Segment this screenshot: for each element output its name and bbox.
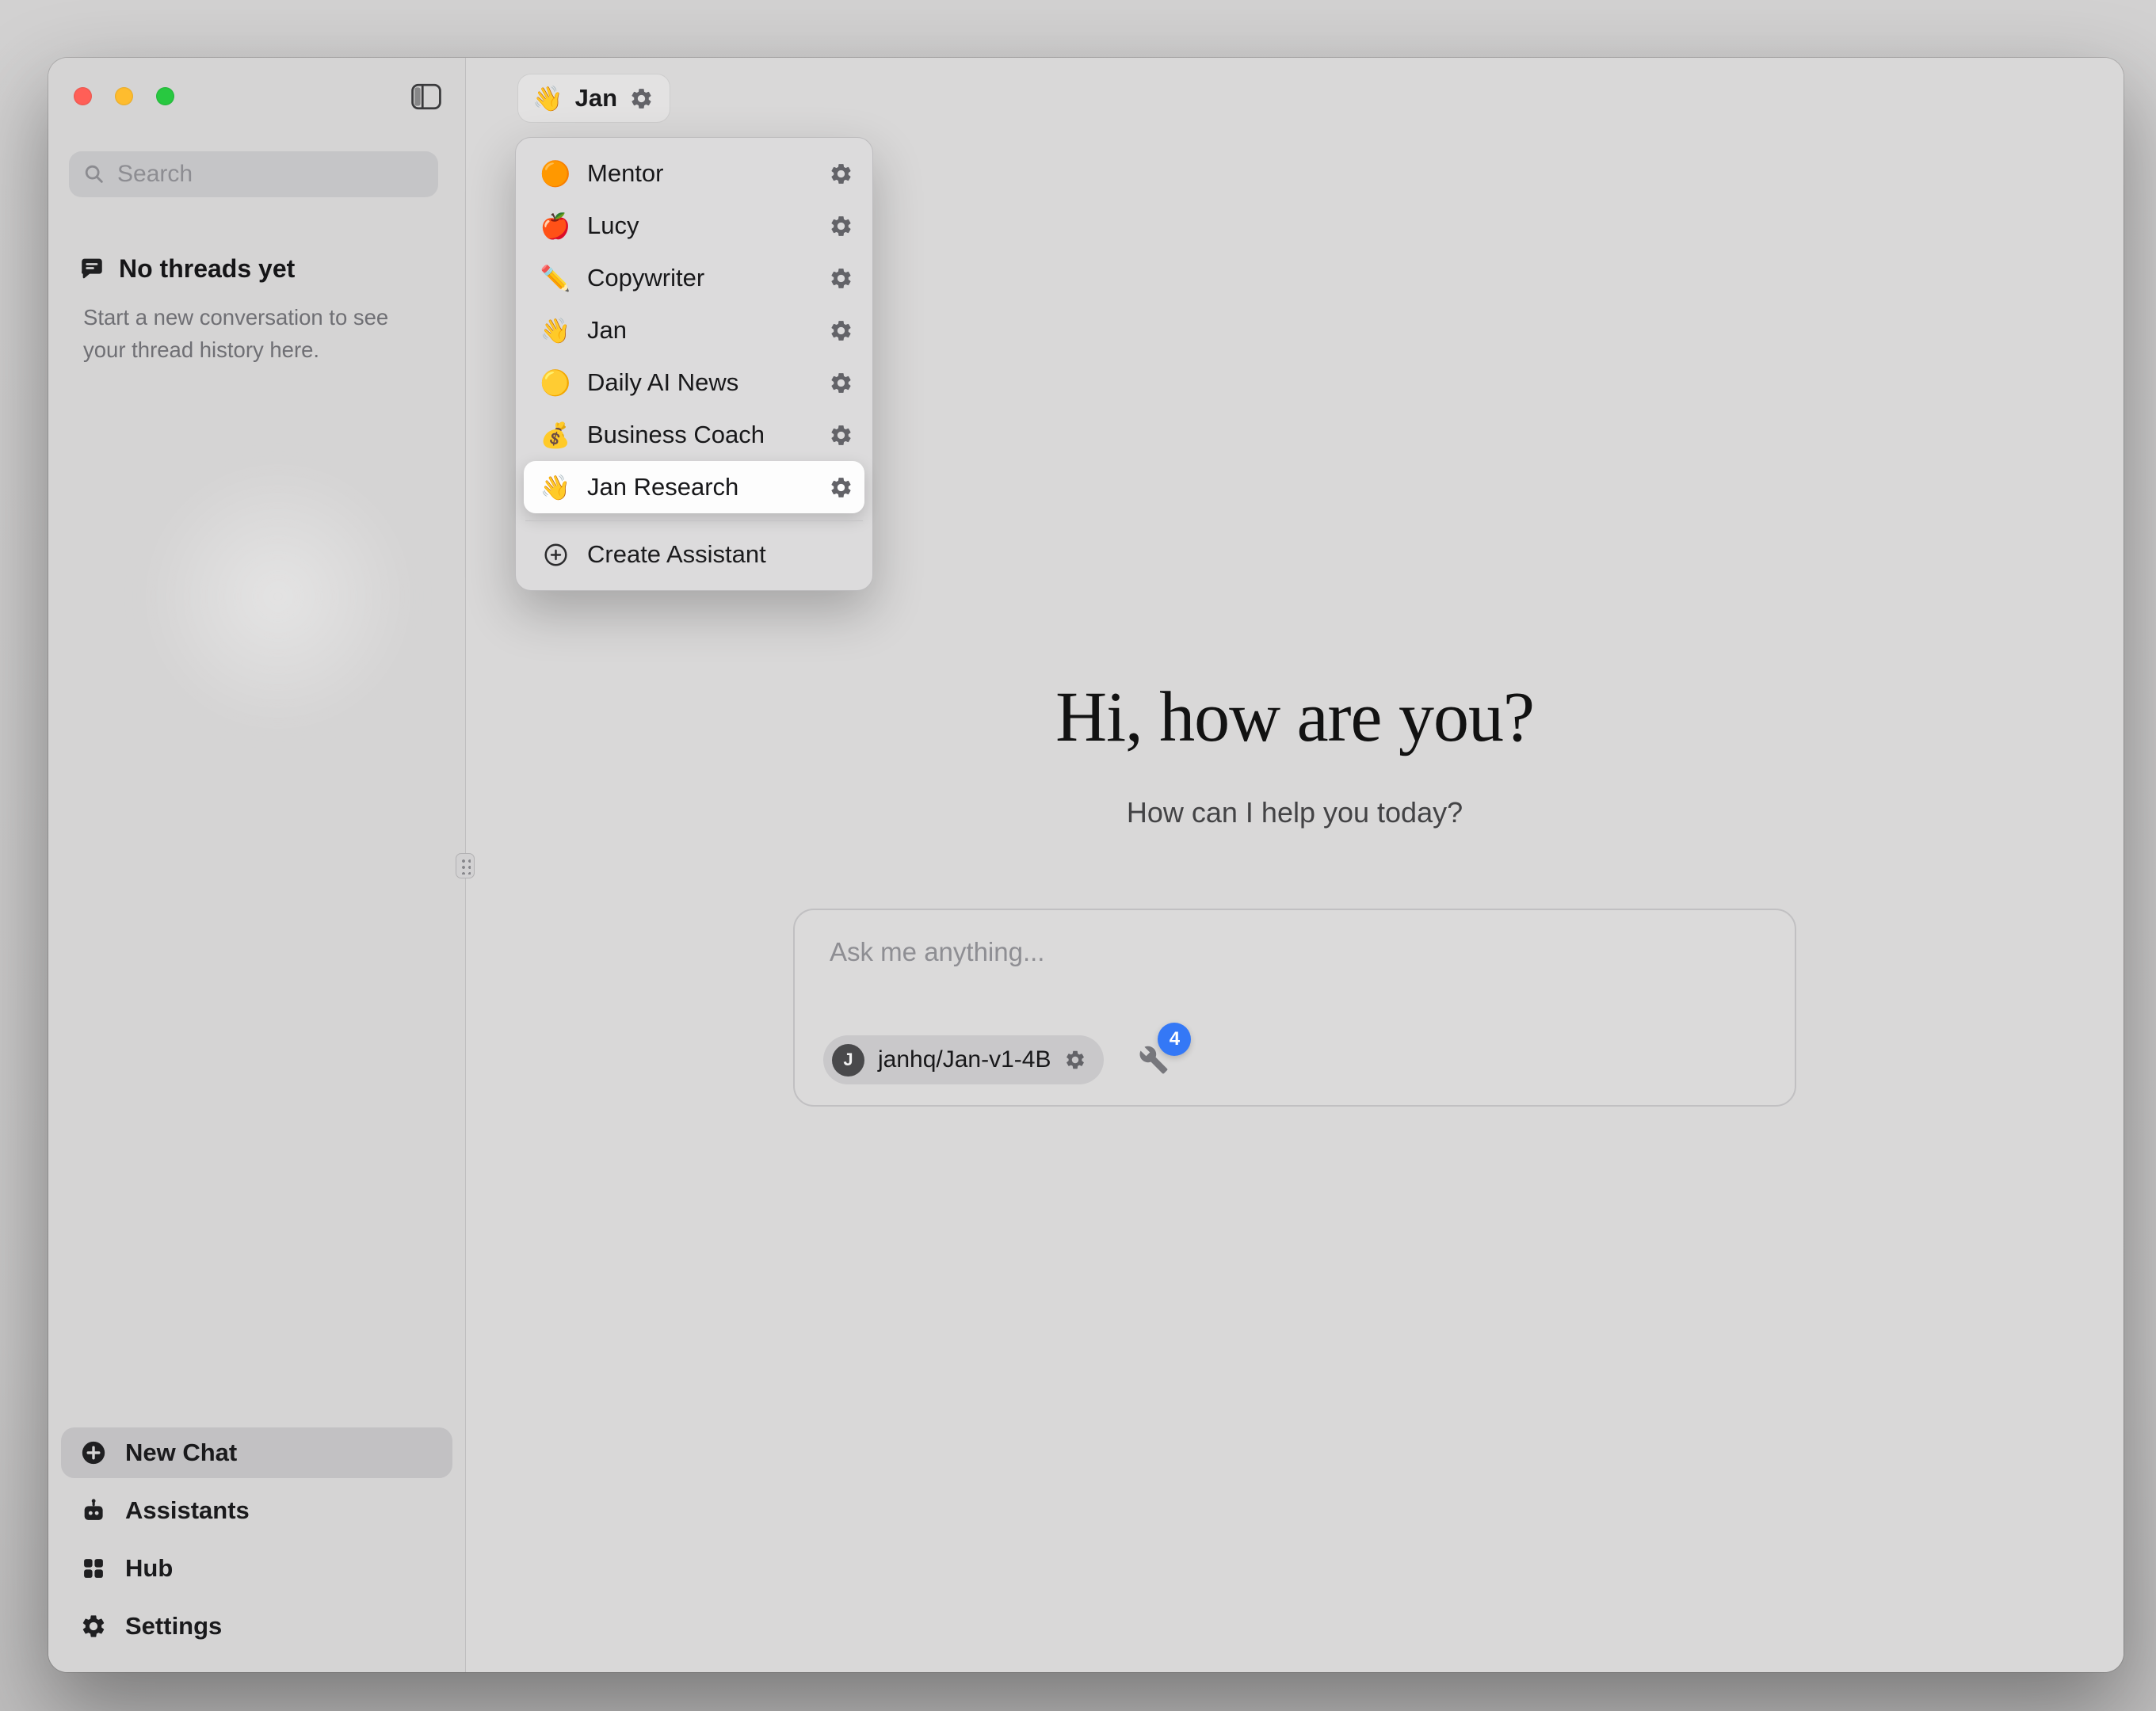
app-window: No threads yet Start a new conversation … [48, 58, 2124, 1672]
sidebar-item-label: Assistants [125, 1496, 250, 1525]
greeting-heading: Hi, how are you? [466, 682, 2124, 753]
assistant-emoji: 💰 [540, 421, 571, 450]
assistant-emoji: 👋 [540, 316, 571, 345]
gear-icon[interactable] [829, 318, 853, 343]
menu-item-create-assistant[interactable]: Create Assistant [524, 528, 864, 581]
menu-item-jan[interactable]: 👋 Jan [524, 304, 864, 356]
assistant-emoji: 🟠 [540, 159, 571, 189]
tools-count-badge: 4 [1158, 1023, 1191, 1056]
assistant-emoji: 🟡 [540, 368, 571, 398]
menu-item-copywriter[interactable]: ✏️ Copywriter [524, 252, 864, 304]
assistant-emoji: 👋 [532, 84, 563, 113]
empty-state-body: Start a new conversation to see your thr… [83, 301, 425, 367]
menu-item-daily-ai-news[interactable]: 🟡 Daily AI News [524, 356, 864, 409]
sidebar-item-label: New Chat [125, 1439, 237, 1467]
zoom-window-button[interactable] [156, 87, 174, 105]
menu-item-business-coach[interactable]: 💰 Business Coach [524, 409, 864, 461]
gear-icon [80, 1613, 107, 1640]
sidebar-item-settings[interactable]: Settings [61, 1601, 452, 1652]
menu-item-lucy[interactable]: 🍎 Lucy [524, 200, 864, 252]
sidebar-item-label: Settings [125, 1612, 222, 1641]
menu-item-mentor[interactable]: 🟠 Mentor [524, 147, 864, 200]
greeting-subtitle: How can I help you today? [466, 796, 2124, 829]
menu-separator [525, 520, 863, 521]
assistant-emoji: 👋 [540, 473, 571, 502]
model-settings-icon[interactable] [1064, 1049, 1086, 1071]
gear-icon[interactable] [829, 266, 853, 291]
threads-empty-state: No threads yet Start a new conversation … [78, 254, 443, 367]
menu-item-label: Business Coach [587, 421, 813, 449]
welcome-hero: Hi, how are you? How can I help you toda… [466, 682, 2124, 829]
gear-icon[interactable] [829, 162, 853, 186]
chat-composer: J janhq/Jan-v1-4B 4 [793, 909, 1796, 1107]
sidebar-item-label: Hub [125, 1554, 173, 1583]
assistant-emoji: 🍎 [540, 211, 571, 241]
chat-bubble-icon [78, 256, 105, 283]
gear-icon[interactable] [829, 475, 853, 500]
model-name: janhq/Jan-v1-4B [878, 1046, 1051, 1073]
menu-item-label: Copywriter [587, 264, 813, 292]
model-selector[interactable]: J janhq/Jan-v1-4B [823, 1035, 1104, 1084]
menu-item-label: Jan [587, 316, 813, 345]
plus-circle-icon [80, 1439, 107, 1466]
sidebar-resize-handle[interactable] [456, 853, 475, 878]
model-avatar: J [832, 1044, 864, 1077]
search-field [69, 151, 438, 197]
search-icon [83, 163, 105, 185]
assistant-selector[interactable]: 👋 Jan [518, 74, 670, 122]
gear-icon[interactable] [829, 214, 853, 238]
minimize-window-button[interactable] [115, 87, 133, 105]
menu-item-jan-research[interactable]: 👋 Jan Research [524, 461, 864, 513]
assistant-menu: 🟠 Mentor 🍎 Lucy ✏️ Copywriter 👋 Jan 🟡 [515, 137, 873, 591]
close-window-button[interactable] [74, 87, 92, 105]
tools-button[interactable]: 4 [1139, 1045, 1169, 1075]
main-area: 👋 Jan 🟠 Mentor 🍎 Lucy ✏️ Copywriter 👋 [466, 58, 2124, 1672]
assistant-title: Jan [575, 84, 617, 112]
sidebar-toggle-icon[interactable] [411, 83, 441, 110]
sidebar-item-assistants[interactable]: Assistants [61, 1485, 452, 1536]
sidebar-nav: New Chat Assistants [61, 1427, 452, 1652]
gear-icon[interactable] [829, 423, 853, 448]
sidebar: No threads yet Start a new conversation … [48, 58, 466, 1672]
search-input[interactable] [117, 161, 424, 188]
gear-icon[interactable] [829, 371, 853, 395]
robot-icon [80, 1497, 107, 1524]
sidebar-item-hub[interactable]: Hub [61, 1543, 452, 1594]
sidebar-item-new-chat[interactable]: New Chat [61, 1427, 452, 1478]
chat-input[interactable] [830, 937, 1760, 967]
menu-item-label: Daily AI News [587, 368, 813, 397]
assistant-emoji: ✏️ [540, 264, 571, 293]
menu-item-label: Create Assistant [587, 540, 766, 569]
menu-item-label: Jan Research [587, 473, 813, 501]
menu-item-label: Lucy [587, 211, 813, 240]
window-controls [74, 87, 174, 105]
assistant-settings-icon[interactable] [629, 86, 654, 111]
empty-state-title: No threads yet [119, 254, 295, 284]
menu-item-label: Mentor [587, 159, 813, 188]
plus-circle-outline-icon [540, 542, 571, 568]
grid-icon [80, 1555, 107, 1582]
